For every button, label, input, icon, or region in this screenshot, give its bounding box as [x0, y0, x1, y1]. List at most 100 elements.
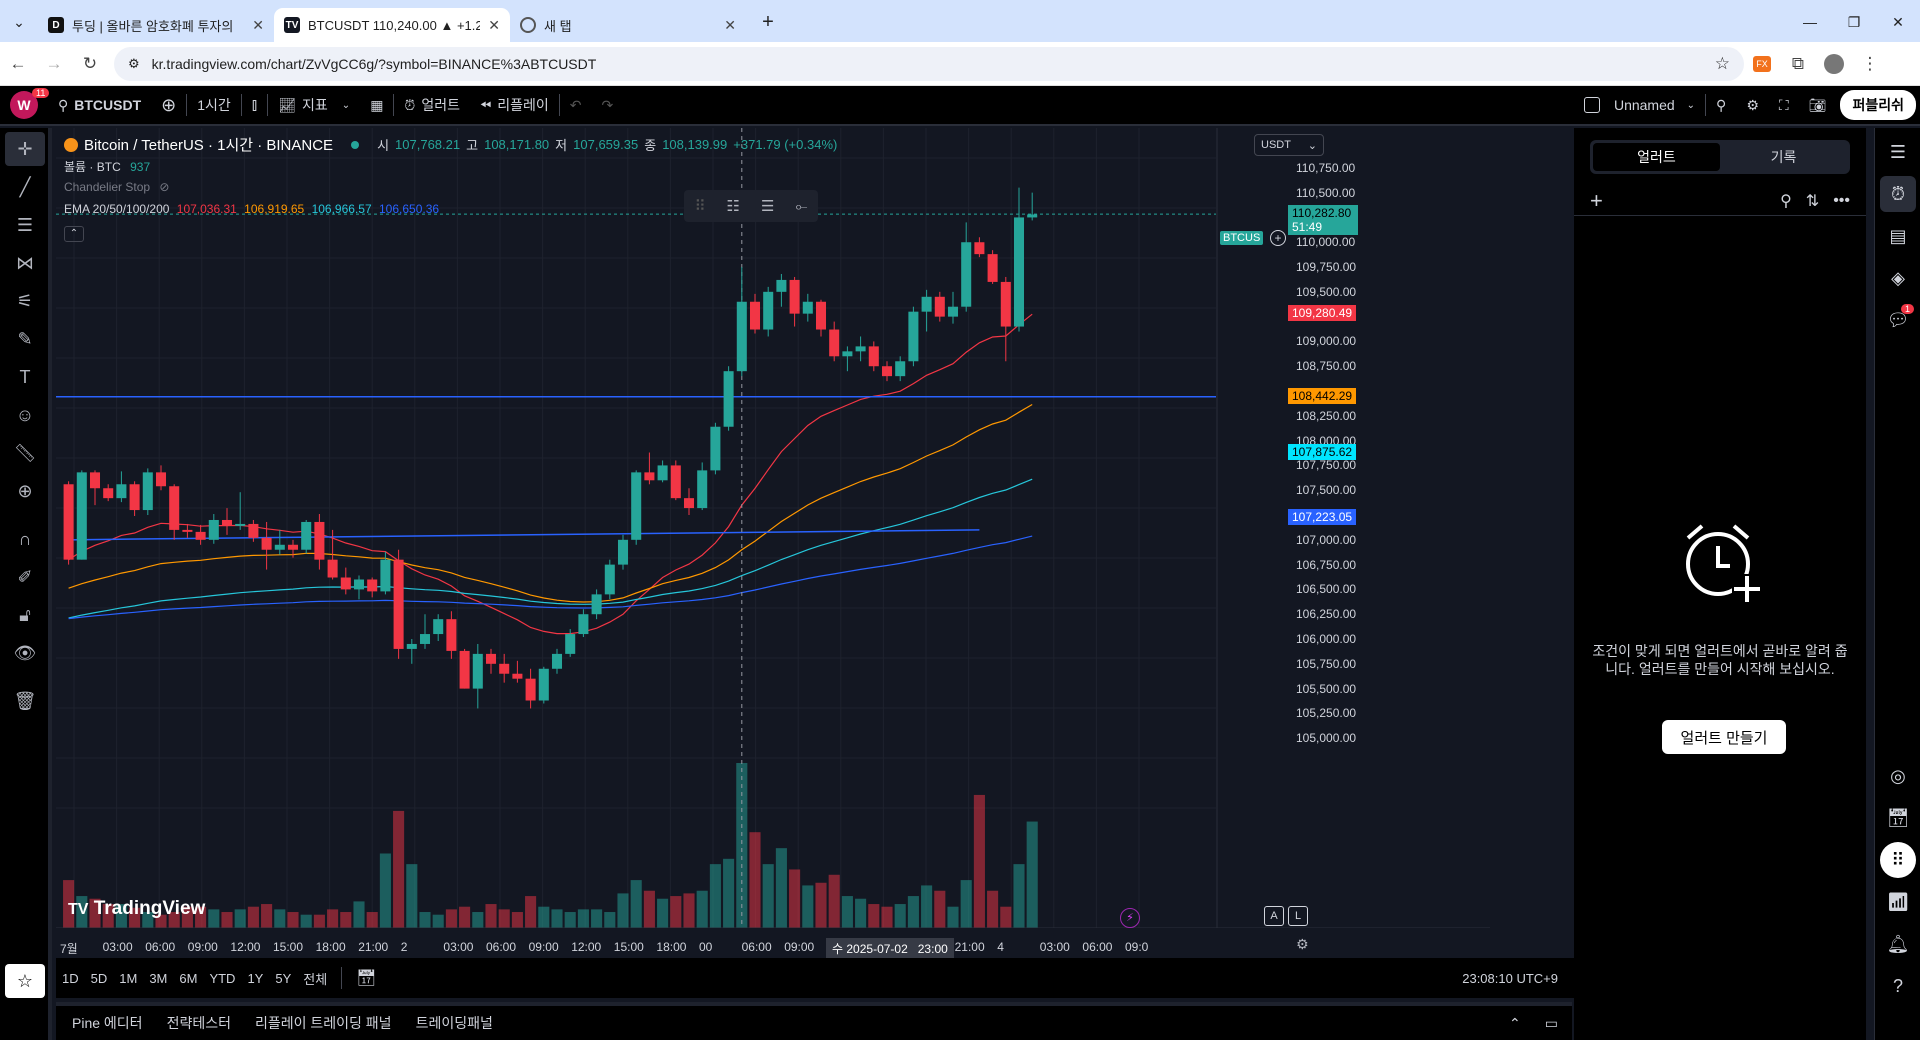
back-icon[interactable]: ← [0, 46, 36, 82]
address-bar[interactable]: ⚙ kr.tradingview.com/chart/ZvVgCC6g/?sym… [114, 46, 1744, 81]
tab-log[interactable]: 기록 [1720, 143, 1847, 171]
user-avatar[interactable]: W 11 [0, 85, 50, 125]
panel-trading[interactable]: 트레이딩패널 [404, 1013, 505, 1033]
emoji-icon[interactable]: ☺ [5, 398, 45, 432]
zoom-in-icon[interactable]: ⊕ [5, 474, 45, 508]
browser-menu-icon[interactable]: ⋮ [1852, 46, 1888, 82]
legend-ema[interactable]: EMA 20/50/100/200 107,036.31 106,919.65 … [64, 202, 439, 216]
forecast-icon[interactable]: ⚟ [5, 284, 45, 318]
lightning-icon[interactable]: ⚡ [1120, 908, 1140, 928]
ruler-icon[interactable]: 📏︎ [5, 436, 45, 470]
templates-icon[interactable]: ▦ [360, 85, 393, 125]
redo-icon[interactable]: ↷ [591, 85, 623, 125]
forward-icon[interactable]: → [36, 46, 72, 82]
favorites-star-icon[interactable]: ☆ [5, 964, 45, 998]
panel-strategy-tester[interactable]: 전략테스터 [155, 1013, 243, 1033]
quick-search-icon[interactable]: ⚲ [1706, 85, 1736, 125]
tab-search-icon[interactable]: ⌄ [0, 2, 38, 42]
fib-retracement-icon[interactable]: ☰ [5, 208, 45, 242]
search-icon[interactable]: ⚲ [1780, 191, 1792, 211]
broadcast-icon[interactable]: 📶︎ [1880, 884, 1916, 920]
minimize-icon[interactable]: — [1788, 2, 1832, 42]
clock-timezone[interactable]: 23:08:10 UTC+9 [1462, 971, 1572, 986]
close-window-icon[interactable]: ✕ [1876, 2, 1920, 42]
close-tab-icon[interactable]: ✕ [724, 17, 736, 34]
reload-icon[interactable]: ↻ [72, 46, 108, 82]
range-button-1d[interactable]: 1D [56, 971, 85, 986]
extensions-puzzle-icon[interactable]: ⧉ [1780, 46, 1816, 82]
add-alert-plus-icon[interactable]: + [1270, 230, 1286, 246]
ideas-target-icon[interactable]: ◎ [1880, 758, 1916, 794]
undo-icon[interactable]: ↶ [560, 85, 592, 125]
range-button-1y[interactable]: 1Y [241, 971, 269, 986]
text-icon[interactable]: T [5, 360, 45, 394]
replay-button[interactable]: ⏪︎ 리플레이 [470, 85, 559, 125]
crosshair-icon[interactable]: ✛ [5, 132, 45, 166]
snapshot-camera-icon[interactable]: 📷︎ [1799, 85, 1837, 125]
currency-select[interactable]: USDT ⌄ [1254, 134, 1324, 156]
range-button-1m[interactable]: 1M [113, 971, 143, 986]
range-button-5d[interactable]: 5D [85, 971, 114, 986]
more-options-icon[interactable]: ••• [1833, 192, 1850, 210]
create-alert-button[interactable]: 얼러트 만들기 [1662, 720, 1786, 754]
eye-icon[interactable]: 👁︎ [5, 636, 45, 670]
brush-icon[interactable]: ✎ [5, 322, 45, 356]
price-chart-svg[interactable] [56, 128, 1490, 928]
extension-fx-icon[interactable]: FX [1744, 46, 1780, 82]
calendar-icon[interactable]: 📅︎ [1880, 800, 1916, 836]
chat-icon[interactable]: 💬︎ 1 [1880, 302, 1916, 338]
collapse-panel-chevron-icon[interactable]: ⌃ [1499, 1015, 1531, 1032]
settings-gear-icon[interactable]: ⚙ [1736, 85, 1769, 125]
indicators-button[interactable]: 📈︎ 지표 ⌄ [268, 85, 360, 125]
alerts-clock-icon[interactable]: ⏰︎ [1880, 176, 1916, 212]
pattern-icon[interactable]: ⋈ [5, 246, 45, 280]
range-button-ytd[interactable]: YTD [203, 971, 241, 986]
lock-icon[interactable]: 🔓︎ [5, 598, 45, 632]
fullscreen-icon[interactable]: ⛶ [1769, 85, 1799, 125]
tab-alerts[interactable]: 얼러트 [1593, 143, 1720, 171]
settings-sliders-icon[interactable]: ☷ [727, 197, 740, 215]
compare-symbol-icon[interactable]: ⊕ [151, 85, 186, 125]
apps-grid-icon[interactable]: ⠿ [1880, 842, 1916, 878]
browser-tab-1[interactable]: D 투딩 | 올바른 암호화폐 투자의 ✕ [38, 8, 274, 42]
profile-avatar-icon[interactable] [1816, 46, 1852, 82]
collapse-legend-icon[interactable]: ⌃ [64, 226, 84, 242]
interval-button[interactable]: 1시간 [187, 85, 241, 125]
data-window-icon[interactable]: ▤ [1880, 218, 1916, 254]
candle-type-icon[interactable]: ⫾ [242, 85, 267, 125]
layers-icon[interactable]: ◈ [1880, 260, 1916, 296]
chart-pane[interactable]: Bitcoin / TetherUS · 1시간 · BINANCE 시 107,… [56, 128, 1490, 959]
add-alert-icon[interactable]: + [1590, 188, 1603, 214]
legend-title[interactable]: Bitcoin / TetherUS · 1시간 · BINANCE [84, 134, 333, 155]
eye-hidden-icon[interactable]: ⊘ [159, 180, 169, 194]
new-tab-icon[interactable]: + [746, 2, 790, 42]
sort-icon[interactable]: ⇅ [1806, 191, 1819, 211]
close-tab-icon[interactable]: ✕ [252, 17, 264, 34]
browser-tab-2[interactable]: TV BTCUSDT 110,240.00 ▲ +1.28 ✕ [274, 8, 510, 42]
goto-date-icon[interactable]: 📅︎ [350, 968, 382, 988]
log-scale-button[interactable]: L [1288, 906, 1308, 926]
line-style-icon[interactable]: ⟜ [795, 198, 807, 215]
template-sliders-icon[interactable]: ☰ [761, 197, 774, 215]
range-button-6m[interactable]: 6M [173, 971, 203, 986]
legend-chandelier[interactable]: Chandelier Stop ⊘ [64, 180, 169, 194]
range-button-5y[interactable]: 5Y [269, 971, 297, 986]
site-info-icon[interactable]: ⚙ [128, 56, 140, 72]
layout-button[interactable]: Unnamed ⌄ [1574, 85, 1705, 125]
time-axis-settings-icon[interactable]: ⚙ [1296, 936, 1309, 953]
drag-handle-icon[interactable]: ⠿ [695, 197, 706, 215]
range-button-3m[interactable]: 3M [143, 971, 173, 986]
help-icon[interactable]: ? [1880, 968, 1916, 1004]
trendline-icon[interactable]: ╱ [5, 170, 45, 204]
symbol-search-button[interactable]: ⚲ BTCUSDT [48, 85, 151, 125]
close-tab-icon[interactable]: ✕ [488, 17, 500, 34]
alert-button[interactable]: ⏰︎ 얼러트 [394, 85, 470, 125]
trash-icon[interactable]: 🗑︎ [5, 684, 45, 718]
panel-pine-editor[interactable]: Pine 에디터 [60, 1013, 155, 1033]
panel-replay-trading[interactable]: 리플레이 트레이딩 패널 [243, 1013, 404, 1033]
auto-scale-button[interactable]: A [1264, 906, 1284, 926]
legend-volume[interactable]: 볼륨 · BTC 937 [64, 158, 150, 175]
maximize-panel-icon[interactable]: ▭ [1531, 1015, 1572, 1032]
stay-drawing-icon[interactable]: ✐ [5, 560, 45, 594]
publish-button[interactable]: 퍼블리쉬 [1836, 85, 1920, 125]
